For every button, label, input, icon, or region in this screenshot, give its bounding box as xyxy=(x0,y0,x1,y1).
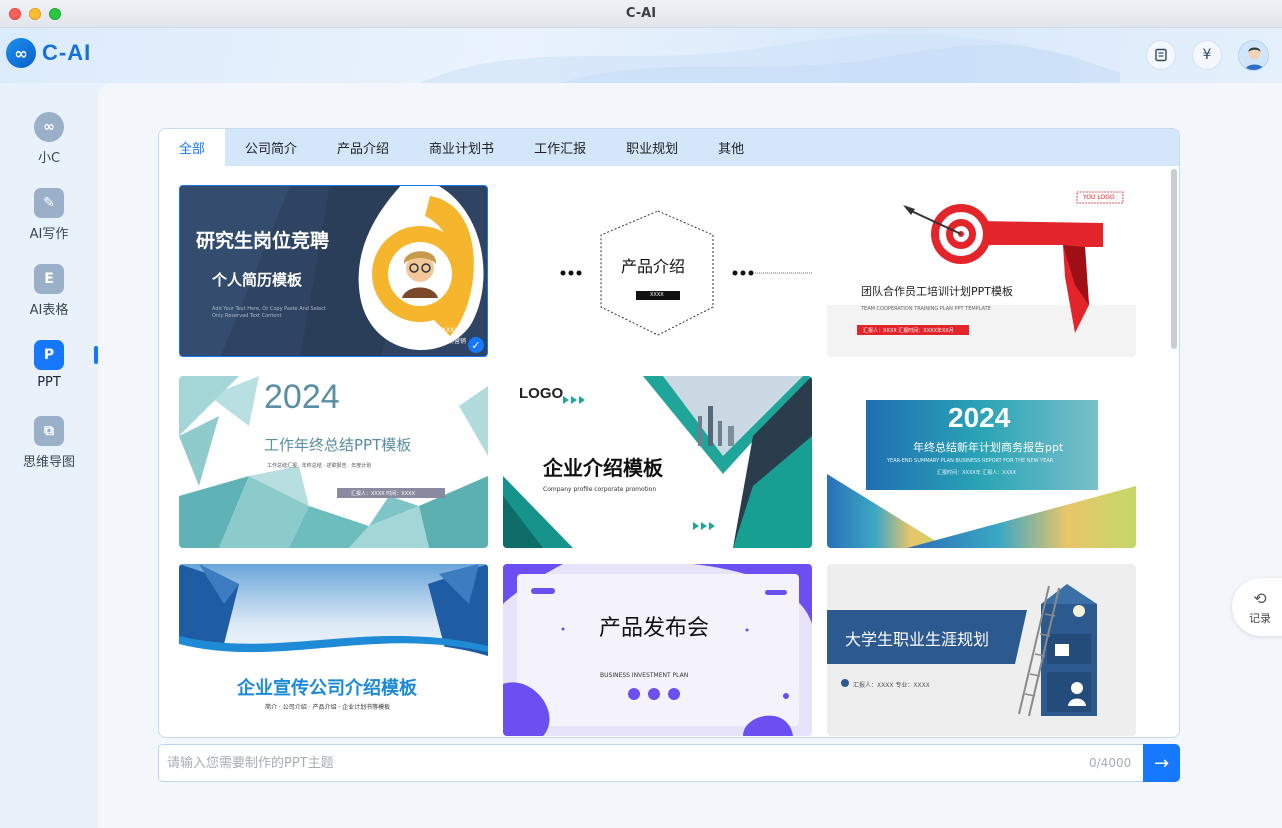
card-title: 团队合作员工培训计划PPT模板 xyxy=(861,285,1013,298)
sidebar-item-ppt[interactable]: P PPT xyxy=(0,340,98,390)
pricing-button[interactable]: ¥ xyxy=(1192,40,1222,70)
template-card-product-intro[interactable]: 产品介绍 XXXX xyxy=(503,185,812,357)
card-line: 专业：市场营销 xyxy=(424,338,467,345)
window-title: C-AI xyxy=(625,6,657,21)
card-subtitle: YEAR-END SUMMARY PLAN BUSINESS REPORT FO… xyxy=(887,458,1054,464)
category-tabs: 全部 公司简介 产品介绍 商业计划书 工作汇报 职业规划 其他 xyxy=(159,129,1179,166)
card-bar-text: 汇报人：XXXX 时间：XXXX xyxy=(351,491,415,497)
logo-text: C-AI xyxy=(42,40,92,65)
card-title: 研究生岗位竞聘 xyxy=(196,230,330,252)
template-card-company-intro[interactable]: LOGO 企业介绍模板 Company profile corporate pr… xyxy=(503,376,812,548)
card-title: 企业宣传公司介绍模板 xyxy=(237,678,417,699)
card-line: 汇报：XXXX xyxy=(424,327,459,334)
topic-input-bar: 0/4000 → xyxy=(158,744,1180,782)
sidebar-item-label: PPT xyxy=(37,375,61,390)
card-title: 大学生职业生涯规划 xyxy=(845,630,990,649)
card-logo: LOGO xyxy=(519,385,564,402)
card-subtitle: 工作总结汇报 · 年终总结 · 述职报告 · 年度计划 xyxy=(267,463,372,469)
selected-check-icon: ✓ xyxy=(468,337,484,353)
tab-all[interactable]: 全部 xyxy=(159,129,226,166)
send-button[interactable]: → xyxy=(1143,744,1180,782)
sheet-icon: E xyxy=(34,264,64,294)
template-card-resume[interactable]: 研究生岗位竞聘 个人简历模板 Add Your Text Here, Or Co… xyxy=(179,185,488,357)
card-badge: YOU LOGO xyxy=(1083,194,1115,201)
card-title: 产品发布会 xyxy=(599,616,710,641)
user-avatar[interactable] xyxy=(1238,40,1269,71)
card-subtitle: TEAM COOPERATION TRAINING PLAN PPT TEMPL… xyxy=(861,306,991,312)
topic-input[interactable] xyxy=(167,745,1087,781)
history-label: 记录 xyxy=(1249,612,1271,625)
tab-other[interactable]: 其他 xyxy=(698,129,764,166)
template-card-year-summary[interactable]: 2024 工作年终总结PPT模板 工作总结汇报 · 年终总结 · 述职报告 · … xyxy=(179,376,488,548)
sidebar-item-label: 思维导图 xyxy=(22,455,75,470)
card-subtitle: 汇报人：XXXX 专业：XXXX xyxy=(853,682,930,689)
card-subtitle: 简介 · 公司介绍 · 产品介绍 · 企业计划书等模板 xyxy=(265,704,391,711)
char-counter: 0/4000 xyxy=(1089,756,1132,770)
card-line: 汇报时间：XXXX年 汇报人：XXXX xyxy=(937,470,1016,476)
card-title: 年终总结新年计划商务报告ppt xyxy=(913,441,1064,454)
card-bar-text: 汇报人：XXXX 汇报时间：XXXX年XX月 xyxy=(863,328,954,334)
yuan-icon: ¥ xyxy=(1202,47,1212,63)
card-title: 产品介绍 xyxy=(621,257,686,276)
ppt-icon: P xyxy=(34,340,64,370)
book-button[interactable] xyxy=(1146,40,1176,70)
sidebar-item-ai-sheet[interactable]: E AI表格 xyxy=(0,264,98,318)
sidebar-item-ai-writing[interactable]: ✎ AI写作 xyxy=(0,188,98,242)
infinity-icon: ∞ xyxy=(34,112,64,142)
template-card-product-launch[interactable]: 产品发布会 BUSINESS INVESTMENT PLAN xyxy=(503,564,812,736)
sidebar-item-mindmap[interactable]: ⧉ 思维导图 xyxy=(0,416,98,470)
arrow-right-icon: → xyxy=(1153,752,1170,774)
template-card-career-plan[interactable]: 大学生职业生涯规划 汇报人：XXXX 专业：XXXX xyxy=(827,564,1136,736)
history-button[interactable]: ⟲ 记录 xyxy=(1232,578,1282,636)
card-year: 2024 xyxy=(948,402,1011,433)
card-background-art xyxy=(827,584,1097,717)
template-card-new-year-plan[interactable]: 2024 年终总结新年计划商务报告ppt YEAR-END SUMMARY PL… xyxy=(827,376,1136,548)
card-title: 企业介绍模板 xyxy=(543,456,663,480)
gallery-scrollbar[interactable] xyxy=(1171,169,1177,349)
sidebar-item-xiaoc[interactable]: ∞ 小C xyxy=(0,112,98,166)
tab-career-plan[interactable]: 职业规划 xyxy=(606,129,698,166)
card-subtitle: Company profile corporate promotion xyxy=(543,486,657,493)
logo-infinity-icon: ∞ xyxy=(6,38,36,68)
tab-work-report[interactable]: 工作汇报 xyxy=(514,129,606,166)
app-header: ∞ C-AI ¥ xyxy=(0,28,1282,83)
card-title: 工作年终总结PPT模板 xyxy=(264,436,412,454)
card-subtitle: BUSINESS INVESTMENT PLAN xyxy=(600,672,689,679)
card-tag: XXXX xyxy=(650,292,664,298)
tab-product-intro[interactable]: 产品介绍 xyxy=(317,129,409,166)
mindmap-icon: ⧉ xyxy=(34,416,64,446)
book-icon xyxy=(1155,48,1167,62)
header-wave-decoration xyxy=(420,34,1120,83)
pen-icon: ✎ xyxy=(34,188,64,218)
template-card-team-training[interactable]: YOU LOGO 团队合作员工培训计划PPT模板 TEAM COOPERATIO… xyxy=(827,185,1136,357)
tab-business-plan[interactable]: 商业计划书 xyxy=(409,129,514,166)
sidebar-item-label: AI写作 xyxy=(29,227,69,242)
template-card-company-promo[interactable]: 企业宣传公司介绍模板 简介 · 公司介绍 · 产品介绍 · 企业计划书等模板 xyxy=(179,564,488,736)
window-titlebar: C-AI xyxy=(0,0,1282,28)
tab-company-profile[interactable]: 公司简介 xyxy=(225,129,317,166)
card-body-text: Add Your Text Here, Or Copy Paste And Se… xyxy=(212,306,326,319)
card-background-art xyxy=(503,564,812,736)
app-logo: ∞ C-AI xyxy=(6,38,91,68)
card-year: 2024 xyxy=(264,378,340,416)
history-icon: ⟲ xyxy=(1253,589,1267,608)
sidebar-nav: ∞ 小C ✎ AI写作 E AI表格 P PPT ⧉ 思维导图 xyxy=(0,83,98,828)
template-gallery: 全部 公司简介 产品介绍 商业计划书 工作汇报 职业规划 其他 研究生岗位竞聘 … xyxy=(158,128,1180,738)
card-subtitle: 个人简历模板 xyxy=(212,271,303,289)
sidebar-item-label: AI表格 xyxy=(29,303,69,318)
sidebar-item-label: 小C xyxy=(37,151,61,166)
